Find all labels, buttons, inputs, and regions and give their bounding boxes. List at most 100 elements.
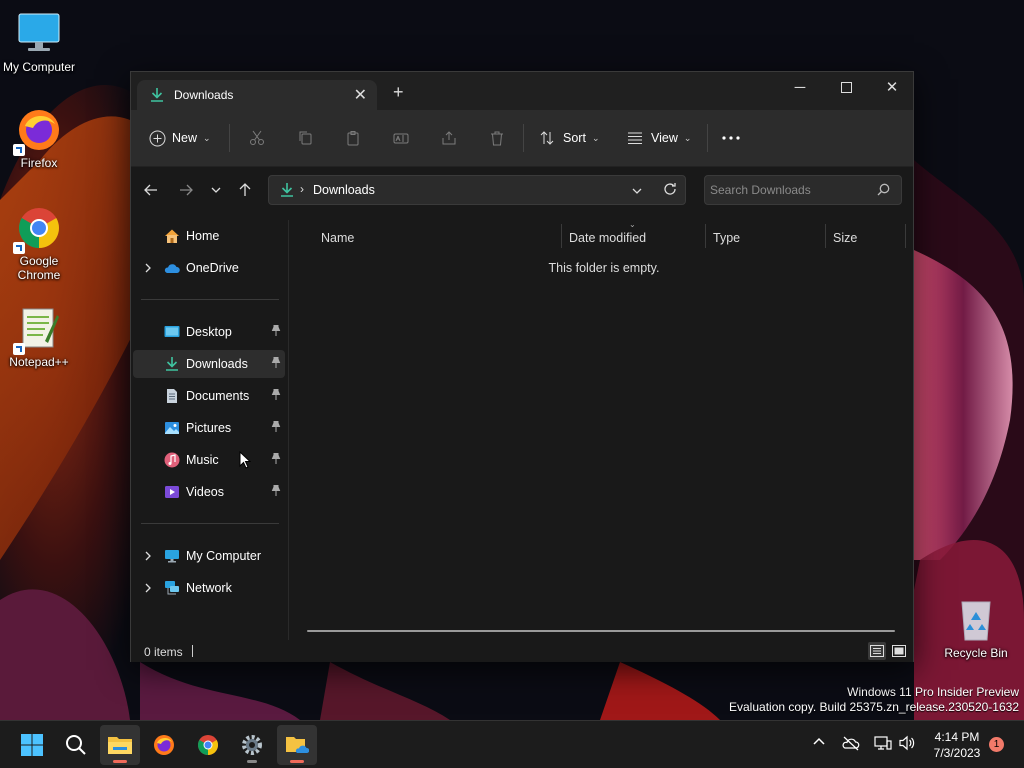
desktop-icon-google-chrome[interactable]: Google Chrome [1,204,77,282]
taskbar-file-explorer[interactable] [100,725,140,765]
sort-button-label: Sort [563,131,586,145]
document-icon [164,388,180,404]
nav-item-desktop[interactable]: Desktop [133,318,285,346]
forward-button[interactable] [175,179,197,201]
nav-item-home[interactable]: Home [133,222,285,250]
back-button[interactable] [140,179,162,201]
pin-icon [271,452,281,468]
recent-locations-button[interactable] [205,179,227,201]
chevron-right-icon[interactable] [143,582,153,596]
firefox-icon [13,106,63,156]
chevron-down-icon: ⌄ [203,132,211,143]
onedrive-tray-icon[interactable] [842,735,860,751]
chevron-down-icon [632,188,642,194]
column-divider[interactable] [905,224,906,248]
title-bar[interactable]: Downloads ✕ + ─ ✕ [131,72,913,110]
column-header-date-modified[interactable]: Date modified [569,226,646,250]
nav-item-downloads[interactable]: Downloads [133,350,285,378]
monitor-icon [15,10,63,58]
nav-divider [141,523,279,524]
network-tray-icon[interactable] [874,735,892,751]
paste-button[interactable] [339,124,367,152]
taskbar-settings[interactable] [232,725,272,765]
address-bar[interactable]: › Downloads [268,175,686,205]
nav-divider [141,299,279,300]
notification-badge[interactable]: 1 [989,737,1004,752]
cut-button[interactable] [243,124,271,152]
address-dropdown-button[interactable] [631,184,643,202]
desktop-icon-label: Recycle Bin [944,646,1008,660]
column-header-size[interactable]: Size [833,226,857,250]
details-view-button[interactable] [868,642,886,660]
file-list-pane[interactable]: Name ⌄ Date modified Type Size This fold… [289,220,911,640]
taskbar-clock[interactable]: 4:14 PM 7/3/2023 [920,729,994,761]
minimize-button[interactable]: ─ [777,72,823,102]
nav-item-onedrive[interactable]: OneDrive [133,254,285,282]
column-divider[interactable] [825,224,826,248]
pin-icon [271,388,281,404]
nav-item-network[interactable]: Network [133,574,285,602]
view-list-icon [627,130,643,146]
column-header-type[interactable]: Type [713,226,740,250]
taskbar-file-explorer-2[interactable] [277,725,317,765]
breadcrumb-downloads[interactable]: Downloads [313,183,375,197]
new-button-label: New [172,131,198,145]
share-button[interactable] [435,124,463,152]
close-tab-icon[interactable]: ✕ [354,85,367,105]
maximize-button[interactable] [823,72,869,102]
chevron-right-icon[interactable] [143,262,153,276]
large-icons-view-button[interactable] [890,642,908,660]
refresh-button[interactable] [663,182,677,201]
new-tab-button[interactable]: + [393,82,404,103]
desktop-icon-recycle-bin[interactable]: Recycle Bin [940,596,1012,660]
search-button[interactable] [56,725,96,765]
volume-tray-icon[interactable] [898,735,916,751]
nav-item-pictures[interactable]: Pictures [133,414,285,442]
details-view-icon [870,645,884,657]
view-button[interactable]: View ⌄ [627,124,691,152]
navigation-pane: Home OneDrive Desktop Downloads Document… [131,220,289,640]
sort-button[interactable]: Sort ⌄ [539,124,599,152]
watermark-line-2: Evaluation copy. Build 25375.zn_release.… [729,700,1019,714]
delete-button[interactable] [483,124,511,152]
download-icon [279,182,295,203]
search-box[interactable] [704,175,902,205]
taskbar: 4:14 PM 7/3/2023 1 [0,720,1024,768]
close-window-button[interactable]: ✕ [869,72,915,102]
column-divider[interactable] [705,224,706,248]
horizontal-scrollbar[interactable] [307,630,895,632]
pin-icon [271,324,281,340]
rename-button[interactable] [387,124,415,152]
chevron-right-icon[interactable] [143,550,153,564]
shortcut-arrow-icon [13,343,25,355]
desktop-icon-label: My Computer [2,60,76,74]
nav-item-my-computer[interactable]: My Computer [133,542,285,570]
empty-folder-message: This folder is empty. [548,261,660,275]
nav-item-documents[interactable]: Documents [133,382,285,410]
up-button[interactable] [234,179,256,201]
running-indicator [290,760,304,763]
show-hidden-icons-button[interactable] [812,735,826,749]
desktop-icon-my-computer[interactable]: My Computer [1,10,77,74]
nav-item-music[interactable]: Music [133,446,285,474]
search-icon [877,183,890,201]
recycle-bin-icon [952,596,1000,644]
column-header-name[interactable]: Name [321,226,354,250]
see-more-button[interactable] [721,124,741,152]
new-button[interactable]: New ⌄ [149,124,211,152]
desktop-icon-notepad-plus-plus[interactable]: Notepad++ [1,305,77,369]
taskbar-chrome[interactable] [188,725,228,765]
desktop-icon-label: Google Chrome [17,254,61,282]
search-input[interactable] [705,176,875,204]
nav-item-videos[interactable]: Videos [133,478,285,506]
nav-item-label: Pictures [186,421,232,435]
copy-button[interactable] [291,124,319,152]
column-divider[interactable] [561,224,562,248]
search-icon [66,735,86,755]
taskbar-firefox[interactable] [144,725,184,765]
desktop-icon-firefox[interactable]: Firefox [1,106,77,170]
start-button[interactable] [12,725,52,765]
nav-item-label: Desktop [186,325,232,339]
more-dots-icon [721,136,741,140]
tab-downloads[interactable]: Downloads ✕ [137,80,377,110]
